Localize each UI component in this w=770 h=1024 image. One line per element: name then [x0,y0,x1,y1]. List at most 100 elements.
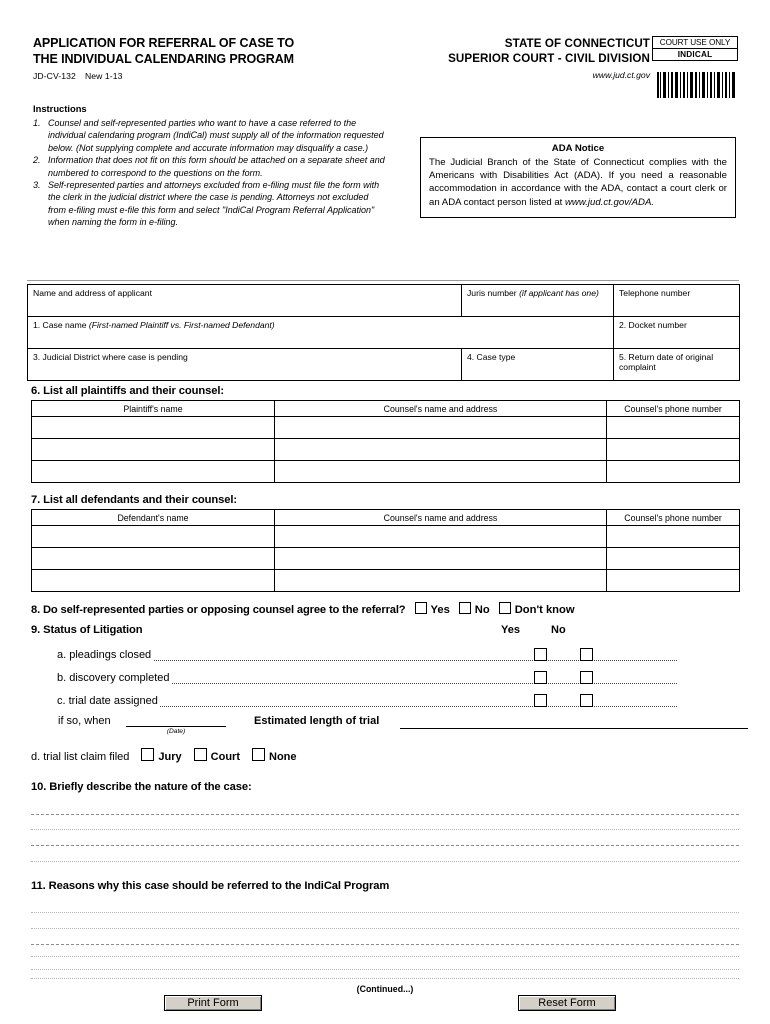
write-line[interactable] [31,944,739,945]
question-9-row-c: c. trial date assigned [57,694,677,709]
instruction-number: 2. [33,155,41,166]
counsel-phone-cell[interactable] [606,547,740,570]
checkbox-court[interactable] [193,748,207,761]
plaintiff-name-cell[interactable] [31,416,275,439]
table-row [31,438,740,461]
table-row: Name and address of applicant Juris numb… [27,284,740,317]
checkbox-agree-no[interactable] [458,602,471,614]
question-8: 8. Do self-represented parties or opposi… [31,600,741,616]
counsel-name-cell[interactable] [274,416,607,439]
table-row [31,569,740,592]
instructions-list: 1. Counsel and self-represented parties … [33,117,385,229]
checkbox-discovery-completed-no[interactable] [580,671,593,684]
option-label-no: No [474,604,490,616]
table-header-row: Plaintiff's name Counsel's name and addr… [31,400,740,417]
checkbox-agree-yes[interactable] [414,602,427,614]
checkbox-pleadings-closed-no[interactable] [580,648,593,661]
court-use-only-box: COURT USE ONLY INDICAL [652,36,738,61]
column-header-plaintiff-name: Plaintiff's name [31,400,275,417]
reset-form-button[interactable]: Reset Form [518,995,616,1011]
name-address-cell[interactable]: Name and address of applicant [27,284,462,317]
write-line[interactable] [31,969,739,970]
ada-notice-body: The Judicial Branch of the State of Conn… [429,156,727,209]
form-title-line2: THE INDIVIDUAL CALENDARING PROGRAM [33,51,294,66]
counsel-phone-cell[interactable] [606,460,740,483]
counsel-name-cell[interactable] [274,569,607,592]
case-name-cell[interactable]: 1. Case name (First-named Plaintiff vs. … [27,316,614,349]
question-8-text: 8. Do self-represented parties or opposi… [31,604,406,616]
write-line[interactable] [31,912,739,913]
option-label-dont-know: Don't know [514,604,575,616]
barcode-icon [657,72,735,98]
header-left: APPLICATION FOR REFERRAL OF CASE TO THE … [33,36,413,81]
applicant-info-table: Name and address of applicant Juris numb… [27,284,740,381]
case-type-label: 4. Case type [467,352,516,362]
table-row [31,416,740,439]
form-page: APPLICATION FOR REFERRAL OF CASE TO THE … [0,0,770,1024]
trial-date-input[interactable] [126,726,226,727]
court-use-code-label: INDICAL [677,50,713,59]
counsel-phone-cell[interactable] [606,525,740,548]
telephone-cell[interactable]: Telephone number [613,284,740,317]
counsel-name-cell[interactable] [274,547,607,570]
counsel-phone-cell[interactable] [606,438,740,461]
write-line[interactable] [31,861,739,862]
checkbox-trial-date-assigned-yes[interactable] [534,694,547,707]
no-column-header: No [551,624,566,636]
instruction-item: 3. Self-represented parties and attorney… [33,179,385,229]
instruction-number: 1. [33,118,41,128]
option-label-court: Court [210,751,240,763]
print-form-button[interactable]: Print Form [164,995,262,1011]
plaintiff-name-cell[interactable] [31,438,275,461]
table-header-row: Defendant's name Counsel's name and addr… [31,509,740,526]
instruction-item: 2. Information that does not fit on this… [33,154,385,179]
form-number-line: JD-CV-132 New 1-13 [33,71,413,81]
option-label-yes: Yes [430,604,450,616]
question-9b-label: b. discovery completed [57,672,172,684]
telephone-label: Telephone number [619,288,691,298]
ada-notice-url: www.jud.ct.gov/ADA. [565,196,655,208]
write-line[interactable] [31,814,739,815]
estimated-length-input[interactable] [400,728,748,729]
question-9-row-b: b. discovery completed [57,671,677,686]
return-date-cell[interactable]: 5. Return date of original complaint [613,348,740,381]
counsel-phone-cell[interactable] [606,569,740,592]
judicial-district-cell[interactable]: 3. Judicial District where case is pendi… [27,348,462,381]
checkbox-pleadings-closed-yes[interactable] [534,648,547,661]
write-line[interactable] [31,845,739,846]
instruction-item: 1. Counsel and self-represented parties … [33,117,385,154]
defendant-name-cell[interactable] [31,525,275,548]
ada-notice-box: ADA Notice The Judicial Branch of the St… [420,137,736,218]
juris-number-cell[interactable]: Juris number (if applicant has one) [461,284,614,317]
defendant-name-cell[interactable] [31,547,275,570]
checkbox-discovery-completed-yes[interactable] [534,671,547,684]
instruction-number: 3. [33,180,41,191]
table-row [31,525,740,548]
counsel-name-cell[interactable] [274,525,607,548]
write-line[interactable] [31,956,739,957]
case-type-cell[interactable]: 4. Case type [461,348,614,381]
checkbox-agree-dont-know[interactable] [498,602,511,614]
write-line[interactable] [31,928,739,929]
question-10-heading: 10. Briefly describe the nature of the c… [31,781,252,793]
question-9d: d. trial list claim filed Jury Court None [31,748,297,764]
instruction-text: Counsel and self-represented parties who… [48,118,384,153]
defendant-name-cell[interactable] [31,569,275,592]
checkbox-trial-date-assigned-no[interactable] [580,694,593,707]
yes-column-header: Yes [501,624,520,636]
counsel-name-cell[interactable] [274,460,607,483]
form-title-line1: APPLICATION FOR REFERRAL OF CASE TO [33,36,295,50]
table-row [31,460,740,483]
plaintiff-name-cell[interactable] [31,460,275,483]
form-header: APPLICATION FOR REFERRAL OF CASE TO THE … [33,36,738,98]
trial-list-claim-label: d. trial list claim filed [31,751,130,763]
write-line[interactable] [31,829,739,830]
table-row [31,547,740,570]
docket-number-cell[interactable]: 2. Docket number [613,316,740,349]
question-9a-label: a. pleadings closed [57,649,154,661]
plaintiffs-table: Plaintiff's name Counsel's name and addr… [31,400,740,483]
checkbox-none[interactable] [252,748,265,761]
counsel-phone-cell[interactable] [606,416,740,439]
counsel-name-cell[interactable] [274,438,607,461]
checkbox-jury[interactable] [141,748,155,761]
